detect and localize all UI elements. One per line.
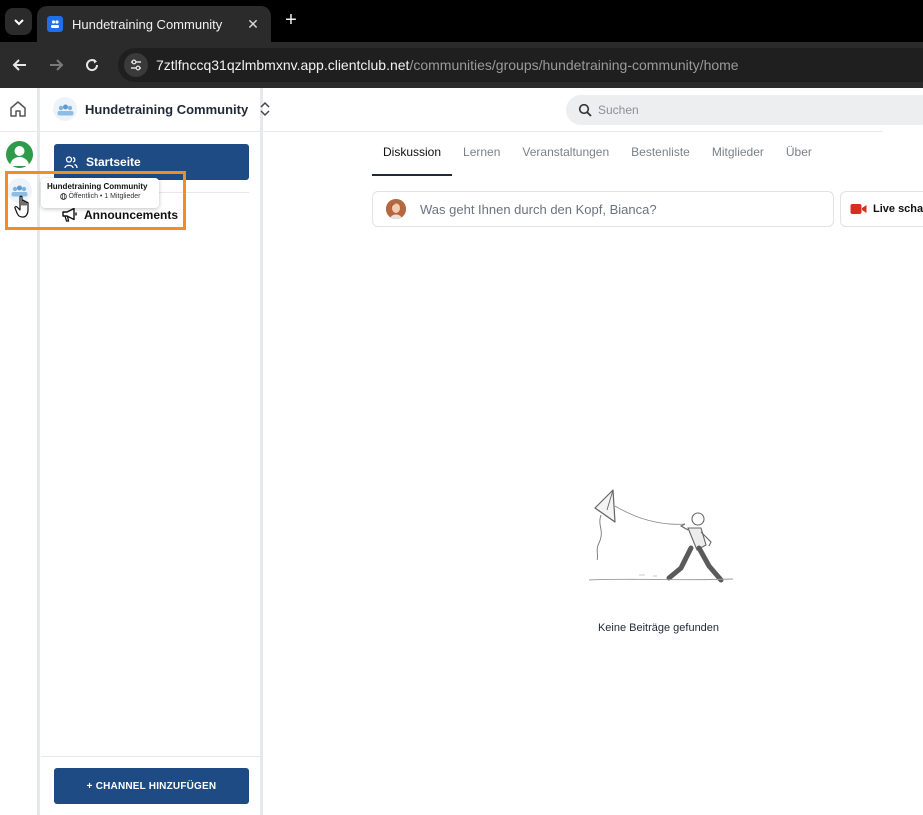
tab-diskussion[interactable]: Diskussion bbox=[372, 132, 453, 176]
hand-cursor-icon bbox=[14, 195, 29, 218]
composer-placeholder: Was geht Ihnen durch den Kopf, Bianca? bbox=[420, 201, 657, 217]
tooltip-subtitle: Öffentlich • 1 Mitglieder bbox=[47, 193, 153, 200]
site-info-icon[interactable] bbox=[124, 53, 148, 77]
tab-bestenliste[interactable]: Bestenliste bbox=[620, 132, 701, 176]
community-name: Hundetraining Community bbox=[85, 101, 249, 117]
sidebar-item-label: Announcements bbox=[84, 207, 179, 222]
search-bar[interactable] bbox=[566, 95, 923, 125]
chevron-down-icon bbox=[13, 18, 24, 25]
sidebar-item-announcements[interactable]: Announcements bbox=[61, 207, 178, 222]
sidebar-item-startseite[interactable]: Startseite bbox=[54, 144, 249, 180]
community-tooltip: Hundetraining Community Öffentlich • 1 M… bbox=[41, 178, 159, 208]
app-container: Hundetraining Community Öffentlich • 1 M… bbox=[0, 88, 923, 815]
arrow-left-icon bbox=[12, 59, 26, 71]
tab-search-button[interactable] bbox=[5, 8, 32, 35]
close-icon[interactable]: ✕ bbox=[245, 16, 261, 33]
megaphone-icon bbox=[62, 207, 77, 222]
users-icon bbox=[64, 156, 78, 169]
community-favicon-icon bbox=[47, 16, 63, 32]
go-live-label: Live schalt bbox=[873, 203, 923, 215]
user-avatar[interactable] bbox=[6, 141, 33, 168]
community-tabs: Diskussion Lernen Veranstaltungen Besten… bbox=[372, 132, 823, 176]
search-icon bbox=[578, 103, 592, 117]
community-logo-icon bbox=[53, 97, 77, 121]
address-bar[interactable]: 7ztlfnccq31qzlmbmxnv.app.clientclub.net/… bbox=[118, 48, 923, 82]
sidebar-item-label: Startseite bbox=[86, 155, 141, 169]
empty-state-message: Keine Beiträge gefunden bbox=[597, 622, 720, 634]
url-path: /communities/groups/hundetraining-commun… bbox=[409, 57, 739, 73]
browser-tabstrip: Hundetraining Community ✕ + bbox=[0, 0, 923, 42]
tab-ueber[interactable]: Über bbox=[775, 132, 823, 176]
back-button[interactable] bbox=[8, 53, 32, 77]
post-composer[interactable]: Was geht Ihnen durch den Kopf, Bianca? bbox=[372, 191, 834, 227]
forward-button[interactable] bbox=[44, 53, 68, 77]
tab-title: Hundetraining Community bbox=[72, 16, 223, 32]
browser-toolbar: 7ztlfnccq31qzlmbmxnv.app.clientclub.net/… bbox=[0, 42, 923, 88]
video-camera-icon bbox=[850, 204, 867, 214]
browser-tab[interactable]: Hundetraining Community ✕ bbox=[37, 6, 271, 42]
go-live-button[interactable]: Live schalt bbox=[840, 191, 923, 227]
url-host: 7ztlfnccq31qzlmbmxnv.app.clientclub.net bbox=[156, 57, 410, 73]
tab-mitglieder[interactable]: Mitglieder bbox=[701, 132, 775, 176]
avatar bbox=[386, 199, 406, 219]
community-switcher[interactable]: Hundetraining Community bbox=[53, 96, 272, 122]
arrow-right-icon bbox=[50, 59, 64, 71]
add-channel-button[interactable]: + CHANNEL HINZUFÜGEN bbox=[54, 768, 249, 804]
tooltip-subtitle-text: Öffentlich • 1 Mitglieder bbox=[68, 193, 141, 200]
url-text: 7ztlfnccq31qzlmbmxnv.app.clientclub.net/… bbox=[156, 57, 739, 73]
reload-button[interactable] bbox=[80, 53, 104, 77]
divider bbox=[41, 756, 260, 757]
tooltip-title: Hundetraining Community bbox=[47, 182, 148, 191]
reload-icon bbox=[86, 59, 99, 72]
community-rail bbox=[0, 88, 40, 815]
home-icon[interactable] bbox=[8, 99, 28, 119]
search-input[interactable] bbox=[598, 103, 898, 117]
tab-lernen[interactable]: Lernen bbox=[452, 132, 511, 176]
new-tab-button[interactable]: + bbox=[280, 9, 302, 31]
chevron-up-down-icon bbox=[260, 101, 270, 117]
kite-illustration-icon bbox=[588, 489, 734, 583]
tab-veranstaltungen[interactable]: Veranstaltungen bbox=[511, 132, 620, 176]
globe-icon bbox=[59, 193, 67, 200]
